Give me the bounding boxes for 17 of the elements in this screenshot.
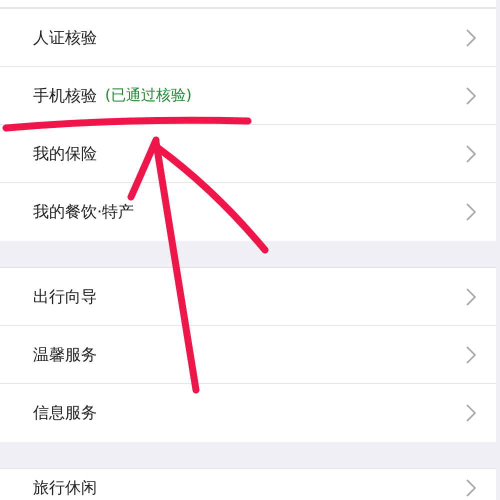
item-label: 旅行休闲 [33,477,97,499]
item-label: 手机核验 [33,84,97,106]
chevron-right-icon [466,144,476,162]
chevron-right-icon [466,203,476,221]
item-label: 我的保险 [33,142,97,164]
item-label: 出行向导 [33,286,97,308]
chevron-right-icon [466,404,476,422]
chevron-right-icon [466,28,476,46]
chevron-right-icon [466,288,476,306]
item-label: 信息服务 [33,402,97,424]
chevron-right-icon [466,346,476,364]
chevron-right-icon [466,86,476,104]
item-label: 我的餐饮·特产 [33,201,134,223]
item-label: 温馨服务 [33,344,97,366]
status-text: (已通过核验) [105,85,192,106]
item-label: 人证核验 [33,26,97,48]
chevron-right-icon [466,479,476,497]
